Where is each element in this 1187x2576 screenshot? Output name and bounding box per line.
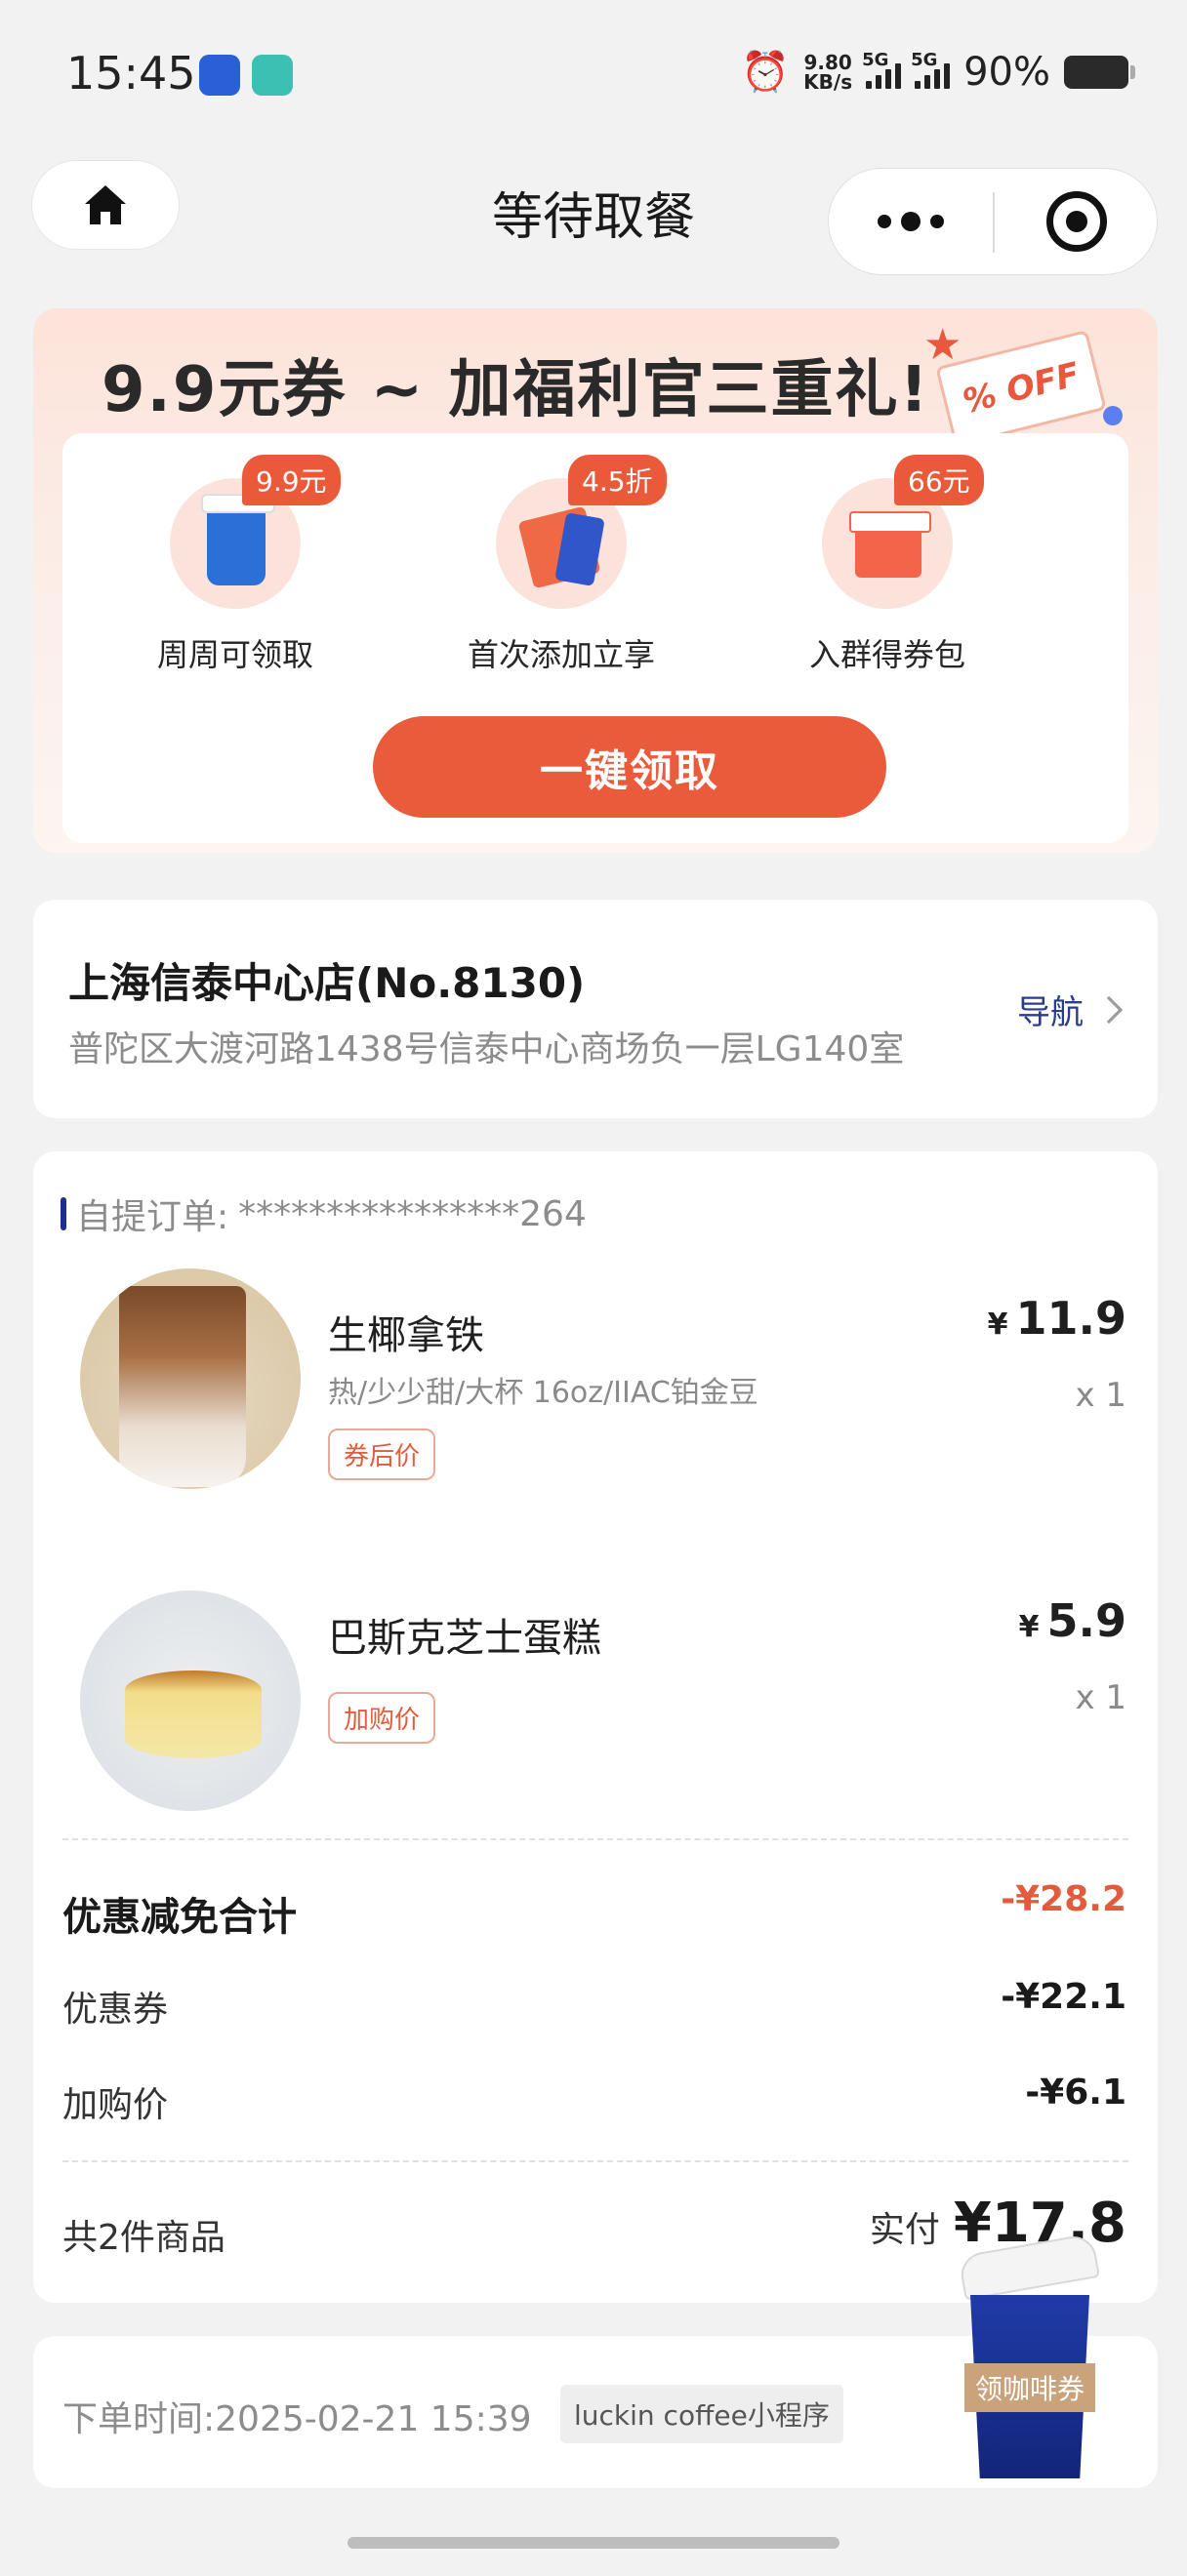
- price-tag: 加购价: [328, 1692, 436, 1744]
- benefit-label: 入群得券包: [808, 636, 965, 673]
- order-time: 下单时间:2025-02-21 15:39: [62, 2399, 532, 2439]
- battery-percent: 90%: [963, 49, 1050, 95]
- product-image: [80, 1268, 301, 1489]
- indicator-dot: [1103, 406, 1123, 425]
- claim-all-button[interactable]: 一键领取: [373, 716, 886, 818]
- home-indicator[interactable]: [348, 2537, 839, 2549]
- more-button[interactable]: [829, 169, 993, 274]
- benefit-label: 首次添加立享: [467, 636, 655, 673]
- product-name: 巴斯克芝士蛋糕: [328, 1616, 601, 1661]
- product-price: ¥11.9: [987, 1292, 1126, 1345]
- navigate-label: 导航: [1017, 993, 1084, 1032]
- coffee-cup-icon: [958, 2233, 1100, 2301]
- coupon-ticket-icon: 4.5折: [496, 455, 667, 609]
- order-card: 自提订单: ****************264 生椰拿铁 热/少少甜/大杯 …: [33, 1151, 1158, 2303]
- benefit-badge: 9.9元: [242, 455, 341, 505]
- promo-title: 9.9元券 ~ 加福利官三重礼!: [102, 354, 930, 426]
- discount-total-label: 优惠减免合计: [62, 1895, 297, 1940]
- order-number: ****************264: [238, 1193, 587, 1234]
- navigate-button[interactable]: 导航: [1017, 986, 1124, 1033]
- notification-app-icon: [252, 55, 293, 96]
- benefit-badge: 4.5折: [568, 455, 667, 505]
- benefit-label: 周周可领取: [156, 636, 313, 673]
- benefit-item[interactable]: 4.5折 首次添加立享: [400, 455, 722, 675]
- divider: [62, 1838, 1128, 1840]
- signal-icon: 5G: [862, 50, 902, 89]
- benefit-item[interactable]: 9.9元 周周可领取: [74, 455, 396, 675]
- item-count: 共2件商品: [62, 2218, 225, 2258]
- price-tag: 券后价: [328, 1429, 436, 1480]
- store-address: 普陀区大渡河路1438号信泰中心商场负一层LG140室: [68, 1029, 905, 1069]
- coffee-coupon-label: 领咖啡券: [964, 2363, 1095, 2412]
- coffee-coupon-float-button[interactable]: 领咖啡券: [957, 2233, 1103, 2488]
- close-miniprogram-button[interactable]: [995, 169, 1159, 274]
- alarm-icon: ⏰: [741, 50, 791, 95]
- store-card: 上海信泰中心店(No.8130) 普陀区大渡河路1438号信泰中心商场负一层LG…: [33, 900, 1158, 1118]
- coffee-cup-icon: 9.9元: [170, 455, 341, 609]
- miniprogram-capsule: [828, 168, 1158, 275]
- benefit-item[interactable]: 66元 入群得券包: [726, 455, 1048, 675]
- status-bar: 15:45 ⏰ 9.80 KB/s 5G 5G 90%: [0, 0, 1187, 146]
- promo-benefits-panel: 9.9元 周周可领取 4.5折 首次添加立享 66元 入群得券包 一键领取: [62, 433, 1128, 843]
- addon-value: -¥6.1: [1025, 2073, 1126, 2113]
- battery-icon: [1064, 55, 1135, 89]
- more-icon: [878, 215, 891, 228]
- product-quantity: x 1: [1075, 1678, 1126, 1717]
- store-name: 上海信泰中心店(No.8130): [68, 959, 586, 1007]
- network-speed: 9.80 KB/s: [803, 50, 853, 94]
- status-indicators: ⏰ 9.80 KB/s 5G 5G 90%: [741, 49, 1135, 95]
- product-spec: 热/少少甜/大杯 16oz/IIAC铂金豆: [328, 1376, 758, 1410]
- discount-total-value: -¥28.2: [1001, 1879, 1126, 1919]
- benefit-badge: 66元: [894, 455, 984, 505]
- target-close-icon: [1046, 191, 1107, 252]
- promo-banner[interactable]: 9.9元券 ~ 加福利官三重礼! ★ % OFF 9.9元 周周可领取 4.5折…: [33, 308, 1158, 853]
- status-time: 15:45: [66, 47, 196, 100]
- gift-box-icon: 66元: [822, 455, 984, 609]
- paid-label: 实付: [869, 2210, 940, 2250]
- signal-icon: 5G: [911, 50, 951, 89]
- product-name: 生椰拿铁: [328, 1313, 484, 1358]
- notification-app-icon: [199, 55, 240, 96]
- divider: [62, 2160, 1128, 2162]
- product-price: ¥5.9: [1018, 1594, 1126, 1647]
- chevron-right-icon: [1094, 995, 1124, 1024]
- order-header: 自提订单: ****************264: [61, 1188, 587, 1239]
- order-type-label: 自提订单:: [76, 1197, 229, 1237]
- product-quantity: x 1: [1075, 1376, 1126, 1415]
- coupon-value: -¥22.1: [1001, 1977, 1126, 2017]
- product-image: [80, 1590, 301, 1811]
- order-source-tag: luckin coffee小程序: [560, 2385, 843, 2443]
- accent-bar: [61, 1197, 66, 1230]
- addon-label: 加购价: [62, 2085, 169, 2125]
- coupon-label: 优惠券: [62, 1990, 169, 2030]
